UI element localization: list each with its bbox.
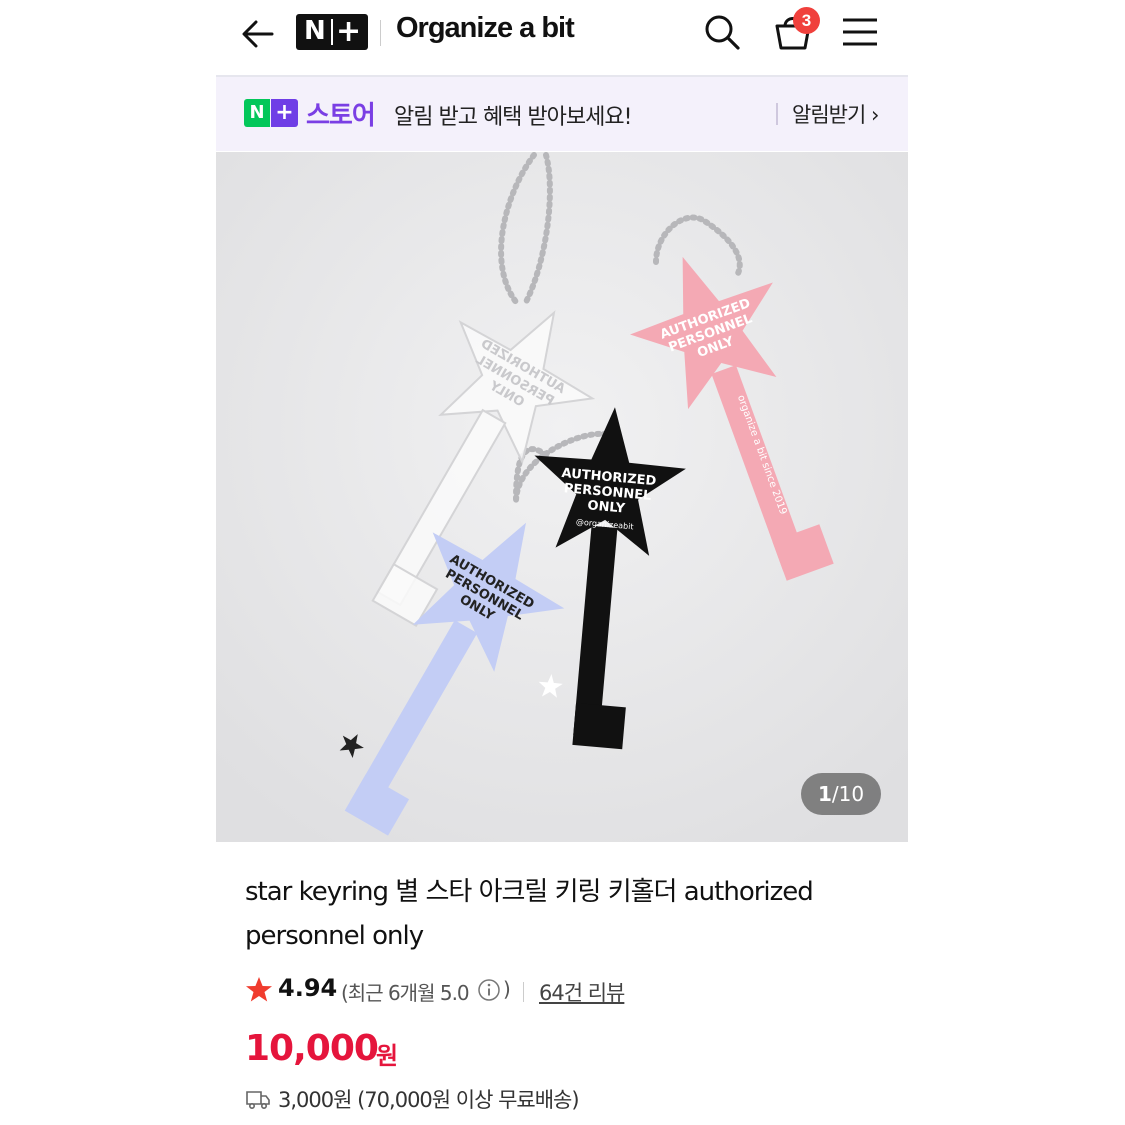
badge-plus: +: [271, 99, 298, 127]
image-current: 1: [817, 782, 832, 806]
notification-banner[interactable]: N + 스토어 알림 받고 혜택 받아보세요! 알림받기 ›: [216, 77, 908, 151]
cart-count-badge: 3: [793, 7, 820, 34]
subscribe-notification-button[interactable]: 알림받기 ›: [792, 99, 879, 129]
hamburger-menu-icon[interactable]: [840, 14, 880, 50]
image-total: 10: [838, 782, 865, 806]
product-image-gallery[interactable]: AUTHORIZED PERSONNEL ONLY AUTHORIZED PER…: [216, 152, 908, 842]
recent-rating: (최근 6개월 5.0: [341, 981, 470, 1005]
shipping-info: 3,000원 (70,000원 이상 무료배송): [278, 1088, 580, 1112]
logo-plus: +: [336, 14, 362, 49]
badge-n: N: [244, 99, 270, 127]
product-price: 10,000: [245, 1028, 379, 1069]
rating-divider: [523, 982, 524, 1002]
store-label: 스토어: [306, 101, 376, 131]
store-name[interactable]: Organize a bit: [396, 12, 575, 45]
recent-rating-close: ): [503, 977, 511, 1001]
delivery-truck-icon: [246, 1091, 270, 1110]
top-header: N + Organize a bit 3: [216, 0, 908, 77]
back-arrow-icon[interactable]: [238, 14, 278, 54]
search-icon[interactable]: [702, 12, 742, 52]
header-divider: [380, 20, 381, 46]
naver-plus-logo[interactable]: N +: [296, 14, 368, 50]
info-icon[interactable]: [477, 978, 501, 1002]
image-counter: 1/10: [801, 773, 881, 815]
rating-score: 4.94: [278, 974, 338, 1002]
image-separator: /: [831, 782, 839, 806]
product-title: star keyring 별 스타 아크릴 키링 키홀더 authorized …: [245, 877, 814, 951]
logo-separator: [331, 19, 333, 45]
phone-screen: N + Organize a bit 3 N + 스토어 알림 받고 혜택 받아…: [216, 0, 908, 1125]
review-count-link[interactable]: 64건 리뷰: [539, 977, 625, 1007]
price-unit: 원: [376, 1042, 399, 1070]
notification-message: 알림 받고 혜택 받아보세요!: [394, 105, 632, 130]
naver-plus-badge: N +: [244, 99, 298, 127]
logo-n: N: [304, 16, 326, 46]
product-photo: AUTHORIZED PERSONNEL ONLY AUTHORIZED PER…: [216, 152, 908, 842]
star-rating-icon: [246, 977, 272, 1002]
notification-divider: [776, 103, 778, 125]
